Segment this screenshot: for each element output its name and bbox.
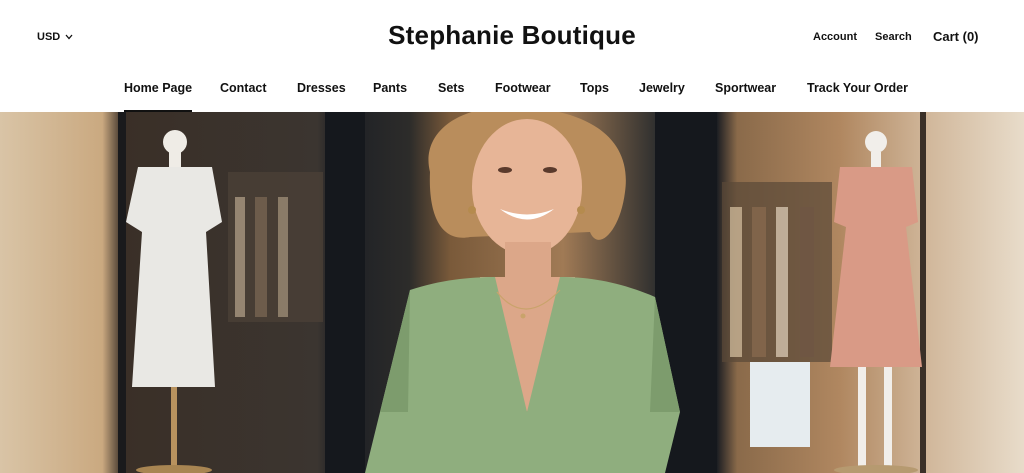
nav-item-contact[interactable]: Contact (220, 81, 267, 112)
nav-item-tops[interactable]: Tops (580, 81, 609, 112)
nav-item-sets[interactable]: Sets (438, 81, 464, 112)
nav-item-sportwear[interactable]: Sportwear (715, 81, 776, 112)
nav-item-home-page[interactable]: Home Page (124, 81, 193, 112)
nav-item-track-your-order[interactable]: Track Your Order (807, 81, 908, 112)
hero-image (0, 112, 1024, 473)
hero-illustration (118, 112, 926, 473)
main-nav: Home Page Contact Dresses Pants Sets Foo… (0, 81, 1024, 112)
brand-logo[interactable]: Stephanie Boutique (0, 20, 1024, 51)
cart-link[interactable]: Cart (0) (933, 29, 979, 44)
nav-item-jewelry[interactable]: Jewelry (639, 81, 685, 112)
site-header: USD Stephanie Boutique Account Search Ca… (0, 0, 1024, 112)
nav-item-footwear[interactable]: Footwear (495, 81, 551, 112)
search-link[interactable]: Search (875, 31, 912, 43)
account-link[interactable]: Account (813, 31, 857, 43)
nav-item-dresses[interactable]: Dresses (297, 81, 346, 112)
nav-item-pants[interactable]: Pants (373, 81, 407, 112)
